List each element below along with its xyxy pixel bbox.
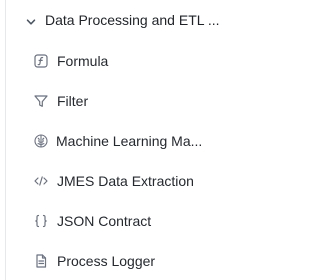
sidebar-item-label: JMES Data Extraction bbox=[57, 173, 194, 189]
formula-icon bbox=[33, 53, 49, 69]
sidebar-item-label: Formula bbox=[57, 53, 109, 69]
sidebar-panel: Data Processing and ETL ... Formula Filt… bbox=[0, 0, 252, 280]
filter-icon bbox=[33, 93, 49, 109]
sidebar-item-label: Process Logger bbox=[57, 253, 156, 269]
group-header-data-processing[interactable]: Data Processing and ETL ... bbox=[0, 6, 252, 36]
sidebar-item-machine-learning[interactable]: Machine Learning Ma... bbox=[0, 126, 252, 156]
code-icon bbox=[33, 173, 49, 189]
sidebar-item-json-contract[interactable]: JSON Contract bbox=[0, 206, 252, 236]
sidebar-item-filter[interactable]: Filter bbox=[0, 86, 252, 116]
braces-icon bbox=[33, 213, 49, 229]
chevron-down-icon[interactable] bbox=[25, 15, 37, 27]
sidebar-item-jmes-data-extraction[interactable]: JMES Data Extraction bbox=[0, 166, 252, 196]
brain-icon bbox=[33, 133, 49, 149]
sidebar-item-label: Machine Learning Ma... bbox=[56, 133, 203, 149]
sidebar-item-process-logger[interactable]: Process Logger bbox=[0, 246, 252, 276]
group-title: Data Processing and ETL ... bbox=[45, 12, 220, 28]
document-icon bbox=[33, 253, 49, 269]
sidebar-item-label: Filter bbox=[57, 93, 89, 109]
sidebar-item-formula[interactable]: Formula bbox=[0, 46, 252, 76]
sidebar-item-label: JSON Contract bbox=[57, 213, 152, 229]
